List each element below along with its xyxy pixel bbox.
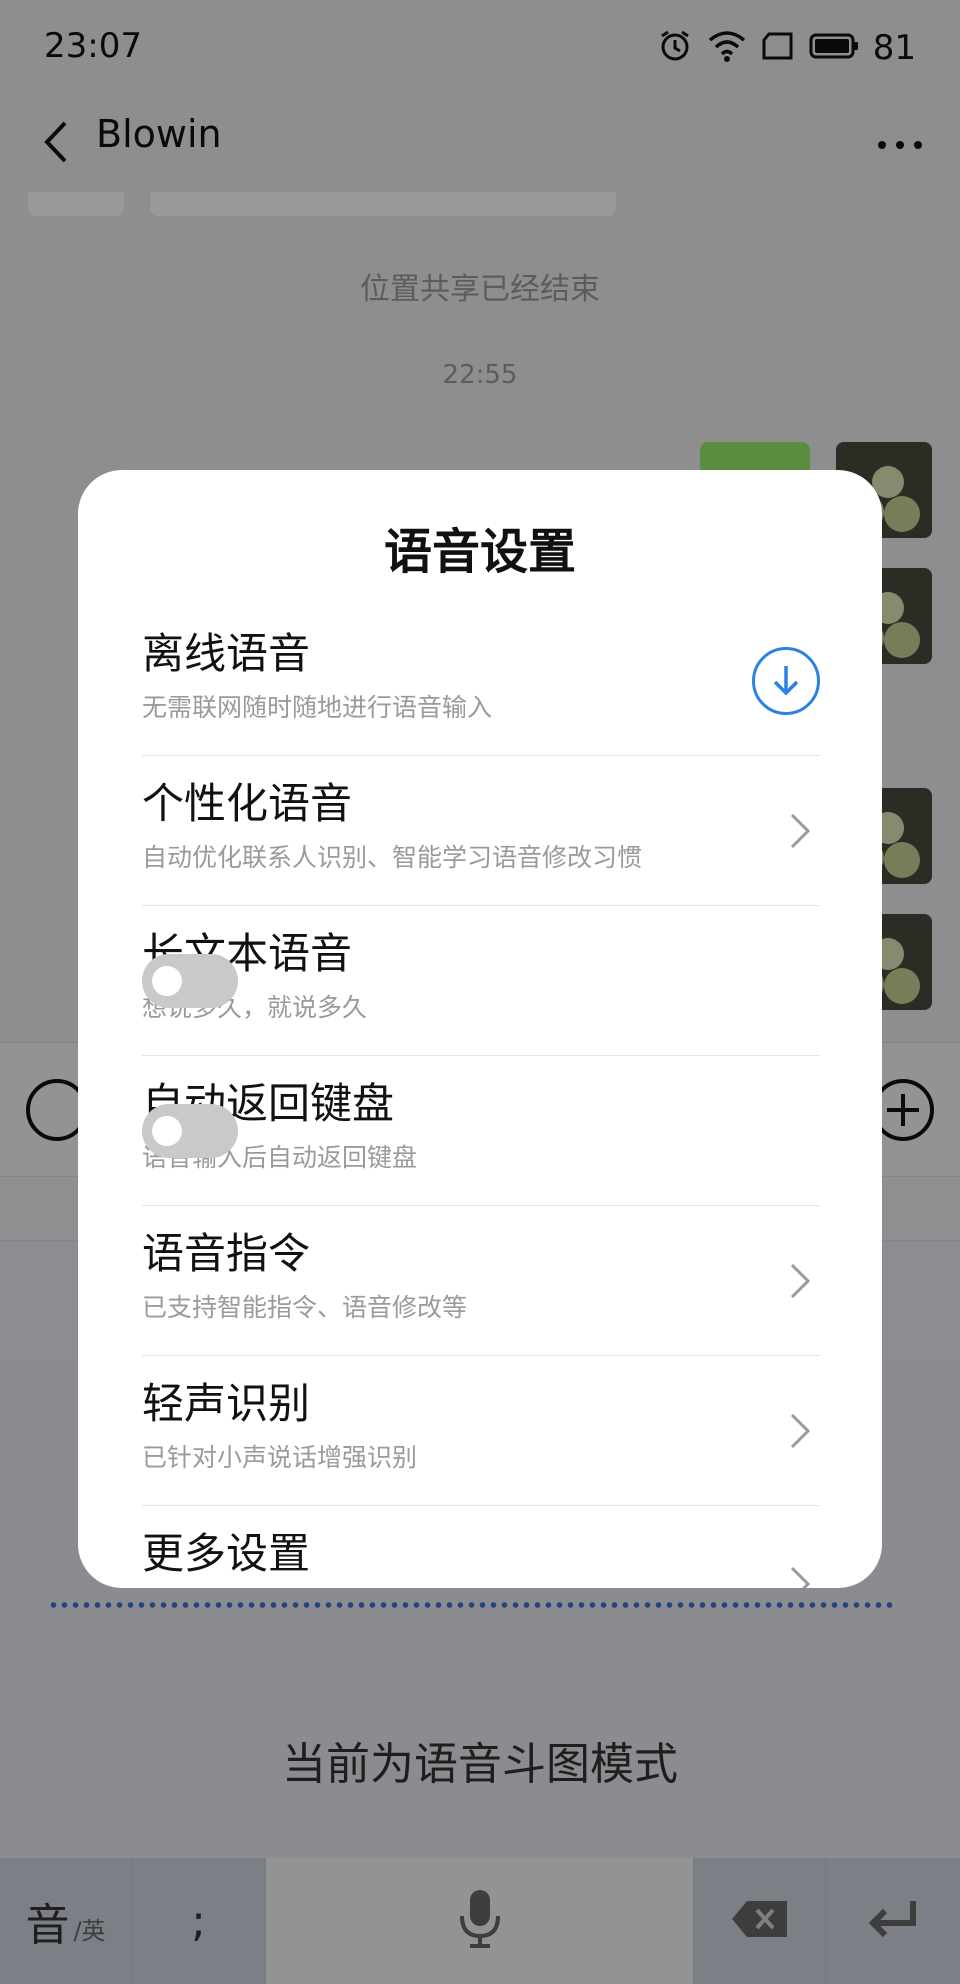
setting-desc: 无需联网随时随地进行语音输入 [142, 693, 493, 722]
setting-title: 语音指令 [142, 1229, 311, 1278]
setting-desc: 已针对小声说话增强识别 [142, 1443, 418, 1472]
chevron-right-icon [780, 1406, 820, 1456]
setting-whisper-recognition[interactable]: 轻声识别 已针对小声说话增强识别 [142, 1356, 820, 1506]
setting-long-text-voice[interactable]: 长文本语音 想说多久，就说多久 [142, 906, 820, 1056]
setting-desc: 已支持智能指令、语音修改等 [142, 1293, 468, 1322]
voice-settings-dialog: 语音设置 离线语音 无需联网随时随地进行语音输入 个性化语音 自动优化联系人识别… [78, 470, 882, 1588]
setting-personalized-voice[interactable]: 个性化语音 自动优化联系人识别、智能学习语音修改习惯 [142, 756, 820, 906]
toggle-knob [152, 1115, 182, 1146]
toggle-knob [152, 965, 182, 996]
long-text-toggle[interactable] [142, 953, 238, 1008]
auto-return-toggle[interactable] [142, 1103, 238, 1158]
setting-title: 轻声识别 [142, 1379, 311, 1428]
setting-offline-voice[interactable]: 离线语音 无需联网随时随地进行语音输入 [142, 606, 820, 756]
setting-title: 更多设置 [142, 1529, 311, 1578]
chevron-right-icon [780, 806, 820, 856]
chevron-right-icon [780, 1559, 820, 1588]
setting-voice-commands[interactable]: 语音指令 已支持智能指令、语音修改等 [142, 1206, 820, 1356]
setting-more-settings[interactable]: 更多设置 [142, 1506, 820, 1588]
dialog-title: 语音设置 [383, 524, 576, 580]
setting-title: 个性化语音 [142, 779, 353, 828]
setting-auto-return-keyboard[interactable]: 自动返回键盘 语音输入后自动返回键盘 [142, 1056, 820, 1206]
setting-title: 离线语音 [142, 629, 311, 678]
settings-list: 离线语音 无需联网随时随地进行语音输入 个性化语音 自动优化联系人识别、智能学习… [142, 606, 820, 1588]
download-icon[interactable] [752, 646, 820, 715]
setting-desc: 自动优化联系人识别、智能学习语音修改习惯 [142, 843, 643, 872]
chevron-right-icon [780, 1256, 820, 1306]
